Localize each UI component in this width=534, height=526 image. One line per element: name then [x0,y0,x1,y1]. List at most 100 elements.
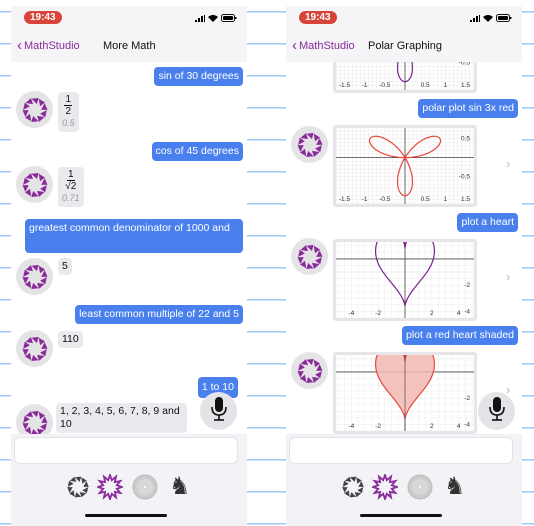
user-message: sin of 30 degrees [154,67,243,86]
chat-log[interactable]: sin of 30 degrees 1 2 0.5 cos of 45 degree… [11,62,247,434]
user-message: polar plot sin 3x red [418,99,518,118]
polar-plot[interactable]: -1.5 -1 -0.5 0.5 1 1.5 0.5 -0.5 [333,125,477,207]
chat-log[interactable]: -1.5 -1 -0.5 0.5 1 1.5 -0.5 polar plot sin 3x … [286,62,522,434]
bot-reply: 1 √2 0.71 [58,167,84,207]
pinwheel-icon[interactable] [65,474,91,505]
x-tick-label: -4 [348,423,354,430]
plot-canvas: -4 -2 2 4 -2 -4 [336,342,474,432]
shaded-heart-plot[interactable]: -4 -2 2 4 -2 -4 [333,342,477,434]
chevron-right-icon[interactable]: › [506,156,510,171]
x-tick-label: -4 [348,310,354,317]
phone-screen-more-math: 19:43 ‹ MathStudio More Math sin of 30 de… [11,6,247,526]
denominator: √2 [65,181,77,192]
y-tick-label: -0.5 [459,174,471,181]
user-message: plot a heart [457,213,518,232]
y-tick-label: -4 [464,421,470,428]
microphone-button[interactable] [200,392,237,430]
status-time: 19:43 [299,11,337,24]
home-indicator[interactable] [85,514,167,517]
signal-icon [195,14,205,22]
numerator: 1 [66,169,75,181]
phone-screen-polar-graphing: 19:43 ‹ MathStudio Polar Graphing -1.5 -1 -… [286,6,522,526]
numerator: 1 [64,94,73,106]
x-tick-label: 2 [430,310,434,317]
x-tick-label: 0.5 [421,82,430,89]
pinwheel-logo-icon [297,358,322,383]
pinwheel-logo-icon [22,172,47,197]
tab-bar: ♞ [286,472,522,502]
bot-avatar [16,166,53,203]
pinwheel-icon[interactable] [340,474,366,505]
nav-bar: ‹ MathStudio Polar Graphing [286,31,522,62]
x-tick-label: 1 [444,82,448,89]
battery-icon [496,14,512,22]
tab-bar: ♞ [11,472,247,502]
pinwheel-logo-icon [297,132,322,157]
fraction: 12 [62,94,75,117]
user-message: cos of 45 degrees [151,142,243,161]
heart-plot[interactable]: -4 -2 2 4 -2 -4 [333,229,477,321]
plot-canvas: -4 -2 2 4 -2 -4 [336,229,474,319]
x-tick-label: 4 [457,423,461,430]
page-title: More Math [103,40,156,52]
pinwheel-logo-icon [297,244,322,269]
chevron-right-icon[interactable]: › [506,269,510,284]
microphone-button[interactable] [478,392,515,430]
x-tick-label: -2 [375,423,381,430]
x-tick-label: 1 [444,196,448,203]
y-tick-label: -4 [464,308,470,315]
polar-plot[interactable]: -1.5 -1 -0.5 0.5 1 1.5 -0.5 [333,62,477,93]
x-tick-label: -1 [362,82,368,89]
x-tick-label: -0.5 [379,82,391,89]
bot-reply: 110 [58,331,83,348]
y-tick-label: 0.5 [461,136,470,143]
bot-reply: 5 [58,258,72,275]
y-tick-label: -0.5 [459,62,471,67]
x-tick-label: 0.5 [421,196,430,203]
bot-avatar [16,258,53,295]
back-label: MathStudio [299,40,355,52]
llama-icon[interactable]: ♞ [169,474,191,500]
microphone-icon [210,396,227,426]
x-tick-label: -1.5 [339,82,351,89]
bot-reply: 1, 2, 3, 4, 5, 6, 7, 8, 9 and 10 [56,403,187,433]
disc-icon[interactable] [132,474,158,505]
message-input[interactable] [289,437,513,464]
starburst-icon[interactable] [370,472,400,505]
x-tick-label: 4 [457,310,461,317]
x-tick-label: 2 [430,423,434,430]
pinwheel-logo-icon [22,336,47,361]
user-message: least common multiple of 22 and 5 [75,305,243,324]
home-indicator[interactable] [360,514,442,517]
bot-avatar [291,238,328,275]
back-button[interactable]: ‹ MathStudio [292,37,355,54]
y-tick-label: -2 [464,282,470,289]
wifi-icon [208,15,218,22]
plot-canvas: -1.5 -1 -0.5 0.5 1 1.5 0.5 -0.5 [336,128,474,204]
signal-icon [470,14,480,22]
pinwheel-logo-icon [22,264,47,289]
microphone-icon [488,396,505,426]
x-tick-label: -1 [362,196,368,203]
user-message: plot a red heart shaded [402,326,518,345]
bot-avatar [291,352,328,389]
back-button[interactable]: ‹ MathStudio [17,37,80,54]
status-bar: 19:43 [286,6,522,31]
denominator: 2 [65,106,72,117]
llama-icon[interactable]: ♞ [444,474,466,500]
fraction: 1 √2 [62,169,80,192]
bot-reply: 1 2 0.5 [58,92,79,132]
page-title: Polar Graphing [368,40,442,52]
chevron-left-icon: ‹ [292,37,297,54]
status-icons [195,14,237,22]
decimal-value: 0.5 [62,118,75,128]
status-bar: 19:43 [11,6,247,31]
wifi-icon [483,15,493,22]
message-input[interactable] [14,437,238,464]
starburst-icon[interactable] [95,472,125,505]
disc-icon[interactable] [407,474,433,505]
bot-avatar [16,91,53,128]
back-label: MathStudio [24,40,80,52]
input-area: ♞ [286,434,522,526]
chevron-left-icon: ‹ [17,37,22,54]
